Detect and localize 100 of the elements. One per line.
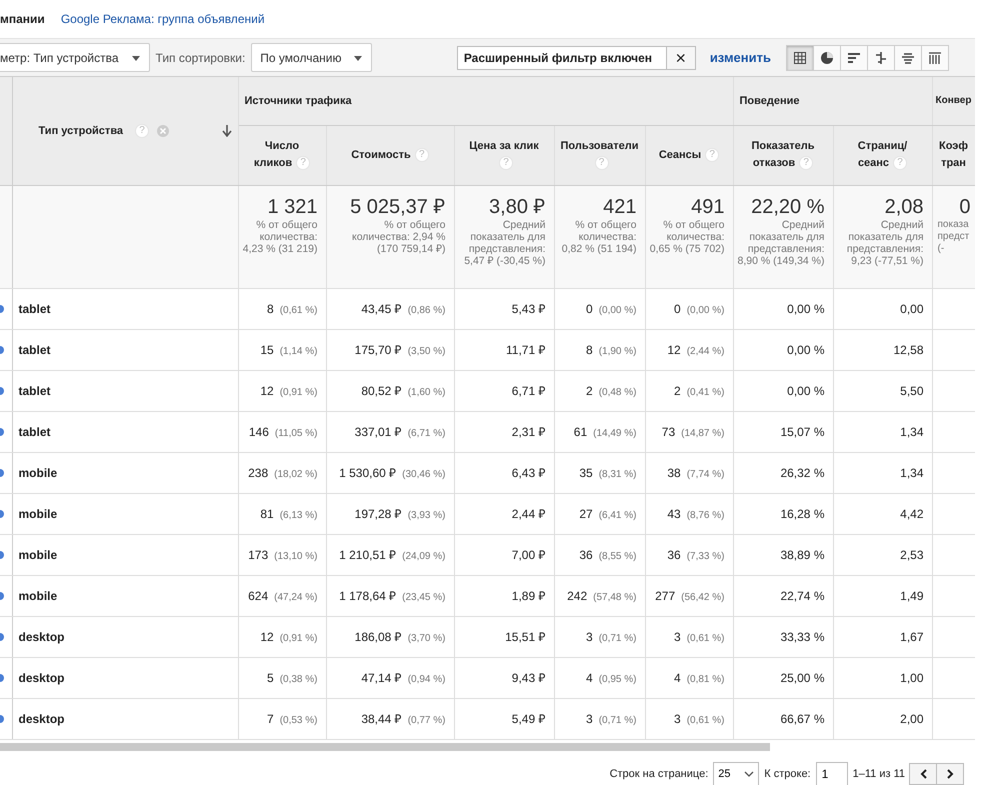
total-value: 22,20 % [750,194,824,218]
sort-arrow-icon[interactable] [222,124,232,137]
total-note: Средний показатель для представления: 5,47 ₽ (-30,45 %) [463,218,546,266]
table-cell[interactable]: tablet [18,302,51,316]
percent-label: (23,45 %) [402,592,446,603]
percent-label: (0,71 %) [598,632,636,644]
pie-chart-icon [820,50,834,64]
table-cell: 1,34 [900,424,924,438]
table-cell-text: 1,89 ₽ [512,588,546,604]
table-cell[interactable]: mobile [18,506,58,520]
table-cell: 38 [667,466,681,480]
breadcrumb-current: мпании [0,12,45,26]
previous-page-button[interactable] [909,763,937,785]
view-toggle[interactable] [867,44,895,70]
percent-label: (1,60 %) [408,387,446,398]
table-cell: 38,89 % [780,548,824,562]
rows-per-page-dropdown[interactable]: 25 [713,762,760,785]
percent-label: (0,00 %) [686,304,724,316]
table-cell: 8 [586,342,593,356]
table-cell[interactable]: desktop [18,630,65,644]
scrollbar[interactable] [0,742,770,750]
page-range: 1–11 из 11 [852,768,905,780]
table-cell: 27 [579,506,593,520]
breadcrumb-link[interactable]: Google Реклама: группа объявлений [60,12,265,26]
filter-field[interactable]: Расширенный фильтр включен [456,46,667,70]
table-cell[interactable]: desktop [18,712,65,726]
table-cell: 1,00 [900,670,924,684]
table-cell[interactable]: desktop [18,670,65,684]
column-header[interactable]: Стоимость ? [351,146,429,164]
total-value: 421 [602,194,636,218]
total-note: % от общего количества: 4,23 % (31 219) [242,218,318,254]
table-cell[interactable]: mobile [18,548,58,562]
view-toggle[interactable] [813,44,841,70]
table-cell: 5 [267,670,274,684]
percent-label: (0,91 %) [280,632,318,644]
column-header[interactable]: Сеансы ? [658,146,720,164]
table-cell: 7 [267,712,274,726]
table-cell: 277 [655,588,676,602]
table-cell[interactable]: tablet [18,342,51,356]
total-value: 3,80 ₽ [488,194,546,218]
percent-label: (0,38 %) [280,674,318,684]
table-cell: 1,34 [900,466,924,480]
table-cell: 2,53 [900,548,924,562]
column-header[interactable]: Тип устройства [38,124,124,137]
percent-label: (47,24 %) [274,592,318,602]
sort-label: Тип сортировки: [156,50,246,64]
next-page-button[interactable] [936,763,964,785]
view-toggle[interactable] [921,44,949,70]
table-cell: 12 [667,342,681,356]
percent-label: (30,46 %) [402,469,446,480]
table-cell: 0,00 [900,302,924,316]
table-cell-text: 337,01 ₽ [354,424,402,440]
percent-label: (7,33 %) [686,550,724,562]
table-cell[interactable]: tablet [18,384,51,398]
table-cell[interactable]: mobile [18,588,58,602]
table-cell: 66,67 % [780,712,824,726]
go-to-row-field[interactable]: 1 [816,762,848,785]
view-toggle[interactable] [894,44,922,70]
table-cell: 61 [574,424,588,438]
table-cell: 3 [586,712,593,726]
bar-chart-icon [847,50,861,64]
table-cell: 1,49 [900,588,924,602]
table-cell: 238 [248,466,268,480]
total-note: Средний показатель для представления: 9,23 (-77,51 %) [846,218,924,266]
pivot-icon [928,50,942,64]
table-cell-text: 5,43 ₽ [512,301,546,317]
table-cell: 0,00 % [787,342,824,356]
percent-label: (14,49 %) [593,428,636,438]
percent-label: (0,00 %) [598,304,636,316]
total-value: 491 [690,194,724,218]
total-value: 5 025,37 ₽ [349,194,446,218]
percent-label: (13,10 %) [274,550,318,562]
total-note: показа предст (- [938,218,970,254]
table-cell: 1,67 [900,630,924,644]
percent-label: (24,09 %) [402,551,446,562]
table-cell-text: 6,43 ₽ [512,465,546,481]
table-cell[interactable]: tablet [18,424,51,438]
table-cell: 36 [579,548,593,562]
percent-label: (3,70 %) [408,633,446,644]
percent-label: (0,53 %) [280,714,318,726]
total-value: 1 321 [266,194,318,218]
clear-filter-button[interactable]: × [666,46,696,70]
view-toggle[interactable] [786,44,814,70]
table-cell-text: 47,14 ₽ [361,670,402,686]
edit-filter-link[interactable]: изменить [710,50,771,65]
percent-label: (0,48 %) [598,386,636,398]
total-note: % от общего количества: 2,94 % (170 759,14 ₽) [350,218,446,254]
table-cell[interactable]: mobile [18,466,58,480]
table-cell: 242 [567,588,588,602]
dimension-dropdown[interactable]: метр: Тип устройства [0,43,150,72]
percent-label: (1,14 %) [280,346,318,356]
rows-per-page-label: Строк на странице: [610,768,708,780]
table-cell: 15 [260,342,274,356]
view-toggle[interactable] [840,44,868,70]
term-cloud-icon [901,50,915,64]
sort-dropdown[interactable]: По умолчанию [251,43,372,72]
table-cell: 4 [674,670,681,684]
percent-label: (7,74 %) [686,468,724,480]
table-cell-text: 1 210,51 ₽ [339,547,396,563]
table-cell: 2 [674,384,681,398]
